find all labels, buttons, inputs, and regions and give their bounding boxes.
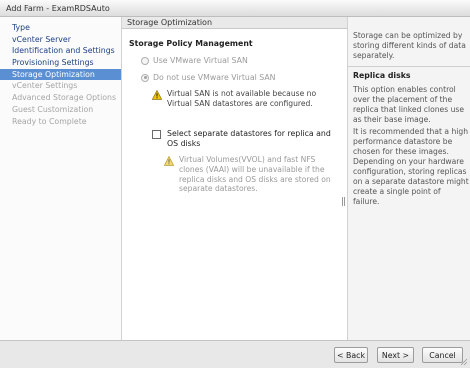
help-paragraph: It is recommended that a high performanc…	[353, 127, 469, 206]
radio-button[interactable]	[141, 73, 149, 82]
nav-item-provisioning-settings[interactable]: Provisioning Settings	[0, 57, 121, 69]
separate-datastores-option[interactable]: Select separate datastores for replica a…	[152, 129, 342, 149]
warning-text: Virtual SAN is not available because no …	[167, 89, 317, 108]
radio-no-vsan[interactable]: Do not use VMware Virtual SAN	[141, 72, 276, 83]
nav-item-identification-settings[interactable]: Identification and Settings	[0, 45, 121, 57]
help-panel: Storage can be optimized by storing diff…	[347, 17, 470, 340]
main-content: Storage Optimization Storage Policy Mana…	[122, 17, 347, 340]
vsan-warning: Virtual SAN is not available because no …	[152, 89, 342, 109]
nav-item-type[interactable]: Type	[0, 22, 121, 34]
separate-datastores-checkbox[interactable]	[152, 130, 161, 139]
nav-item-storage-optimization[interactable]: Storage Optimization	[0, 68, 121, 81]
radio-label: Use VMware Virtual SAN	[153, 56, 248, 65]
window-title: Add Farm - ExamRDSAuto	[0, 0, 470, 17]
divider	[348, 66, 470, 67]
cancel-button[interactable]: Cancel	[422, 347, 463, 363]
resize-grip-icon[interactable]	[460, 358, 468, 366]
checkbox-label: Select separate datastores for replica a…	[167, 129, 331, 148]
help-title: Replica disks	[353, 71, 411, 80]
radio-button[interactable]	[141, 56, 149, 65]
pane-splitter-handle[interactable]	[342, 197, 345, 206]
dialog-footer: < Back Next > Cancel	[0, 340, 470, 368]
page-title: Storage Optimization	[122, 17, 347, 29]
warning-icon	[164, 156, 174, 166]
nav-item-ready-to-complete: Ready to Complete	[12, 116, 87, 126]
warning-text: Virtual Volumes(VVOL) and fast NFS clone…	[179, 155, 331, 194]
radio-use-vsan[interactable]: Use VMware Virtual SAN	[141, 55, 248, 66]
nav-item-advanced-storage-options: Advanced Storage Options	[12, 93, 117, 103]
nav-item-vcenter-server[interactable]: vCenter Server	[0, 34, 121, 46]
section-title: Storage Policy Management	[129, 39, 253, 48]
next-button[interactable]: Next >	[377, 347, 414, 363]
wizard-step-nav: Type vCenter Server Identification and S…	[0, 17, 122, 340]
radio-label: Do not use VMware Virtual SAN	[153, 73, 276, 82]
back-button[interactable]: < Back	[334, 347, 368, 363]
help-paragraph: This option enables control over the pla…	[353, 85, 465, 124]
vvol-warning: Virtual Volumes(VVOL) and fast NFS clone…	[164, 155, 342, 194]
nav-item-vcenter-settings: vCenter Settings	[12, 81, 78, 91]
help-intro: Storage can be optimized by storing diff…	[353, 31, 466, 60]
warning-icon	[152, 90, 162, 100]
nav-item-guest-customization: Guest Customization	[12, 104, 94, 114]
